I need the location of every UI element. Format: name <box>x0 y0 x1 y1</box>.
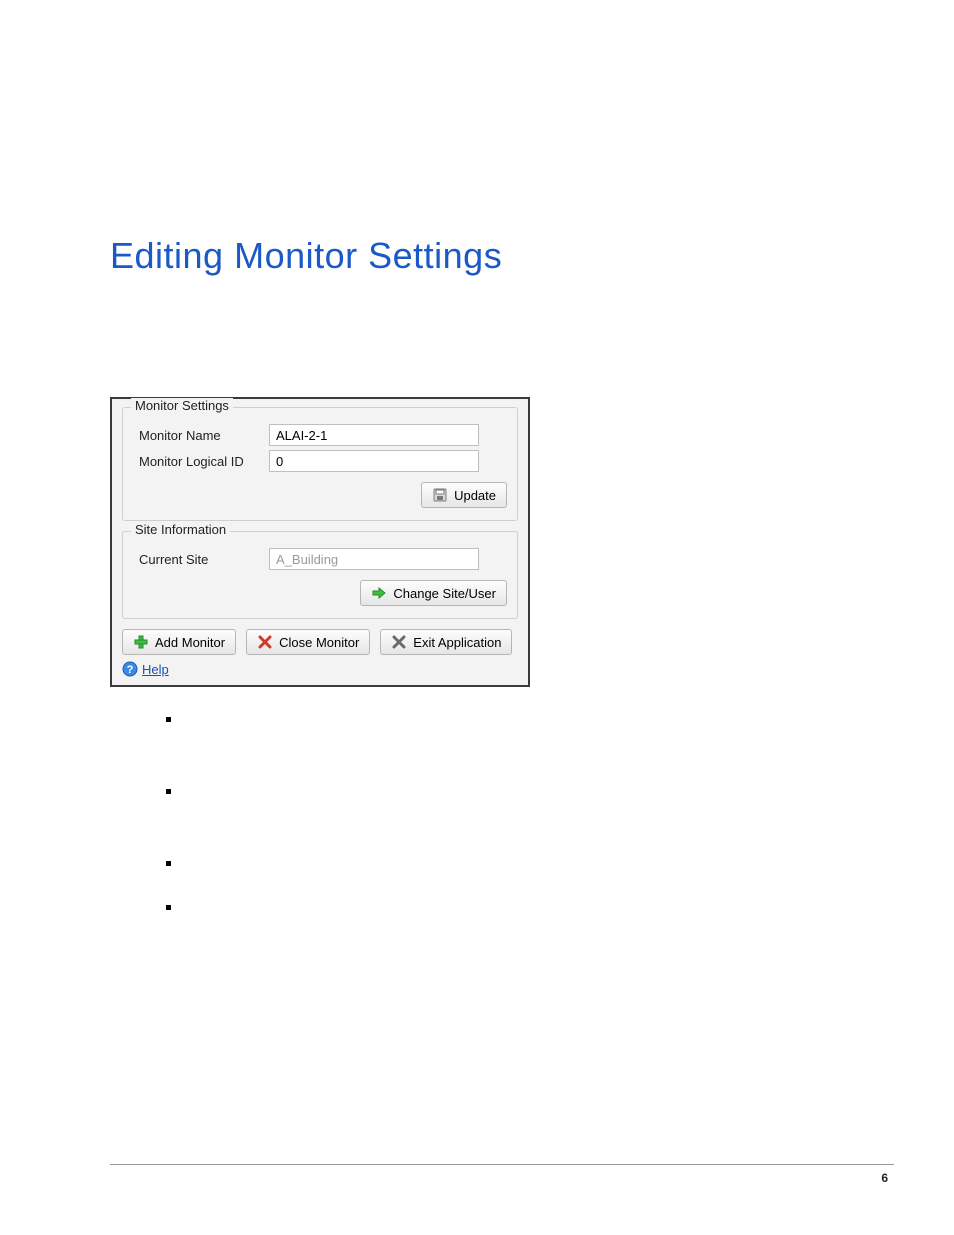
save-icon <box>432 487 448 503</box>
close-monitor-label: Close Monitor <box>279 635 359 650</box>
list-item <box>180 855 844 899</box>
footer-divider <box>110 1164 894 1165</box>
current-site-row: Current Site <box>133 548 507 570</box>
update-button-label: Update <box>454 488 496 503</box>
help-icon: ? <box>122 661 138 677</box>
list-item <box>180 711 844 783</box>
bullet-list <box>140 711 844 943</box>
close-monitor-button[interactable]: Close Monitor <box>246 629 370 655</box>
panel-action-row: Add Monitor Close Monitor Exit Applicati… <box>122 629 518 655</box>
help-link[interactable]: Help <box>142 662 169 677</box>
list-item <box>180 783 844 855</box>
exit-application-label: Exit Application <box>413 635 501 650</box>
monitor-name-label: Monitor Name <box>133 428 269 443</box>
monitor-settings-legend: Monitor Settings <box>131 398 233 413</box>
list-item <box>180 899 844 943</box>
help-row: ? Help <box>122 661 518 677</box>
monitor-settings-group: Monitor Settings Monitor Name Monitor Lo… <box>122 407 518 521</box>
arrow-right-icon <box>371 585 387 601</box>
exit-application-button[interactable]: Exit Application <box>380 629 512 655</box>
update-button[interactable]: Update <box>421 482 507 508</box>
add-monitor-button[interactable]: Add Monitor <box>122 629 236 655</box>
plus-icon <box>133 634 149 650</box>
monitor-name-row: Monitor Name <box>133 424 507 446</box>
page-number: 6 <box>881 1171 888 1185</box>
monitor-logical-id-label: Monitor Logical ID <box>133 454 269 469</box>
site-information-group: Site Information Current Site Change Sit… <box>122 531 518 619</box>
change-site-user-button[interactable]: Change Site/User <box>360 580 507 606</box>
close-icon <box>257 634 273 650</box>
site-information-legend: Site Information <box>131 522 230 537</box>
change-site-user-label: Change Site/User <box>393 586 496 601</box>
svg-text:?: ? <box>127 664 134 676</box>
settings-panel: Monitor Settings Monitor Name Monitor Lo… <box>110 397 530 687</box>
exit-icon <box>391 634 407 650</box>
monitor-name-input[interactable] <box>269 424 479 446</box>
current-site-label: Current Site <box>133 552 269 567</box>
monitor-logical-id-input[interactable] <box>269 450 479 472</box>
current-site-input <box>269 548 479 570</box>
page-title: Editing Monitor Settings <box>110 0 844 277</box>
monitor-logical-id-row: Monitor Logical ID <box>133 450 507 472</box>
add-monitor-label: Add Monitor <box>155 635 225 650</box>
